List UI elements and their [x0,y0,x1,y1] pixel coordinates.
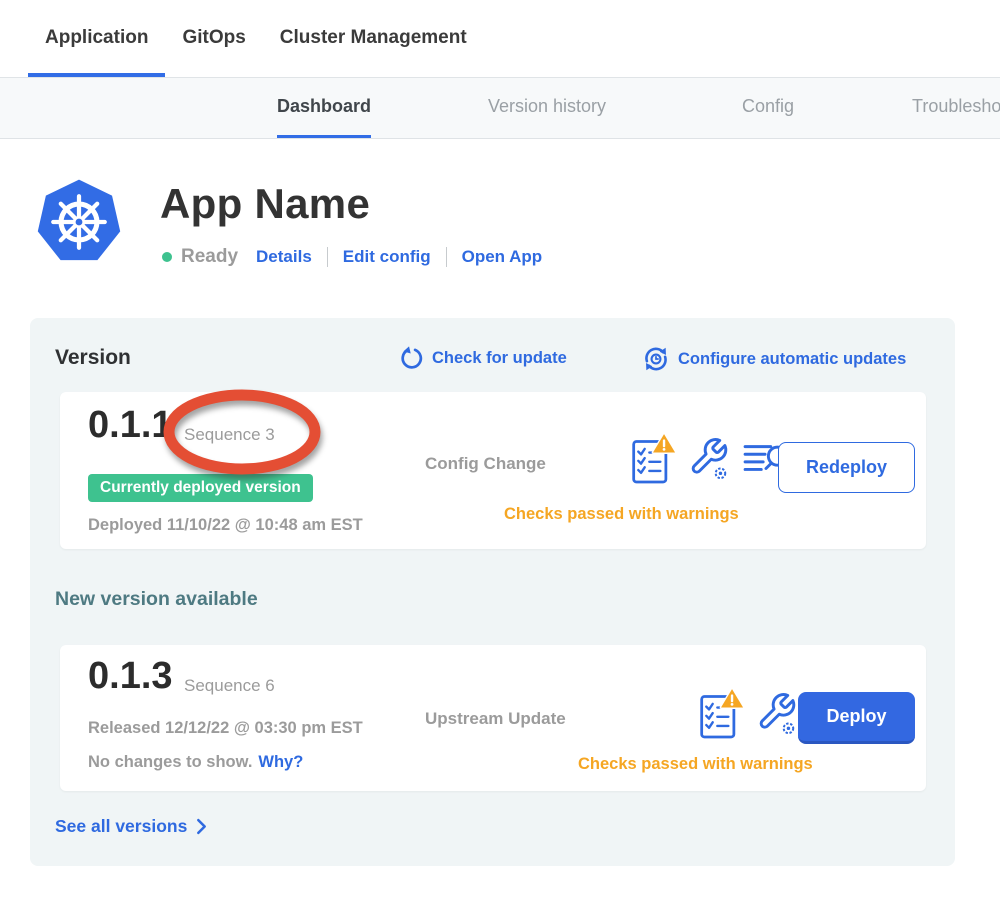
app-status-row: Ready Details Edit config Open App [162,244,542,270]
open-app-link[interactable]: Open App [462,247,543,267]
tab-config[interactable]: Config [742,78,794,138]
preflight-checks-warning-icon[interactable] [630,432,676,486]
released-timestamp: Released 12/12/22 @ 03:30 pm EST [88,719,363,738]
no-changes-text: No changes to show. Why? [88,753,303,772]
configure-automatic-updates-link[interactable]: Configure automatic updates [643,346,906,372]
available-version-card: 0.1.3 Sequence 6 Released 12/12/22 @ 03:… [60,645,926,791]
tab-cluster-management[interactable]: Cluster Management [263,2,484,77]
tab-gitops[interactable]: GitOps [165,2,262,77]
tab-version-history[interactable]: Version history [488,78,606,138]
edit-config-link[interactable]: Edit config [343,247,431,267]
auto-update-clock-icon [643,346,669,372]
version-type-label: Config Change [425,454,546,474]
tab-application[interactable]: Application [28,2,165,77]
configure-automatic-updates-label: Configure automatic updates [678,350,906,369]
config-wrench-gear-icon[interactable] [688,436,730,482]
page-title: App Name [160,180,370,228]
currently-deployed-badge: Currently deployed version [88,474,313,502]
see-all-versions-link[interactable]: See all versions [55,816,207,837]
current-version-icons [630,432,790,486]
divider [446,247,447,267]
chevron-right-icon [196,818,207,835]
current-version-number: 0.1.1 [88,404,173,447]
current-version-sequence: Sequence 3 [184,425,275,445]
redeploy-button[interactable]: Redeploy [778,442,915,493]
version-type-label: Upstream Update [425,709,566,729]
available-version-icons [698,687,798,741]
new-version-available-heading: New version available [55,588,258,611]
version-heading: Version [55,346,131,370]
deploy-button[interactable]: Deploy [798,692,915,744]
deployed-timestamp: Deployed 11/10/22 @ 10:48 am EST [88,516,363,535]
available-version-sequence: Sequence 6 [184,676,275,696]
check-for-update-label: Check for update [432,349,567,368]
sub-nav: Dashboard Version history Config Trouble… [0,77,1000,139]
checks-warning-text: Checks passed with warnings [578,755,813,774]
see-all-versions-label: See all versions [55,816,187,837]
status-ready-dot-icon [162,252,172,262]
preflight-checks-warning-icon[interactable] [698,687,744,741]
config-wrench-gear-icon[interactable] [756,691,798,737]
check-for-update-link[interactable]: Check for update [398,346,567,371]
status-badge: Ready [181,246,238,268]
tab-dashboard[interactable]: Dashboard [277,78,371,138]
available-version-number: 0.1.3 [88,655,173,698]
tab-troubleshoot[interactable]: Troubleshoot [912,78,1000,138]
divider [327,247,328,267]
app-dashboard-page: Application GitOps Cluster Management Da… [0,0,1000,898]
checks-warning-text: Checks passed with warnings [504,505,739,524]
no-changes-label: No changes to show. [88,753,252,771]
kubernetes-logo-icon [33,176,125,268]
why-link[interactable]: Why? [258,753,303,771]
current-version-card: 0.1.1 Sequence 3 Currently deployed vers… [60,392,926,549]
refresh-icon [398,346,423,371]
top-nav: Application GitOps Cluster Management [0,0,1000,77]
details-link[interactable]: Details [256,247,312,267]
version-card: Version Check for update Configure autom… [30,318,955,866]
